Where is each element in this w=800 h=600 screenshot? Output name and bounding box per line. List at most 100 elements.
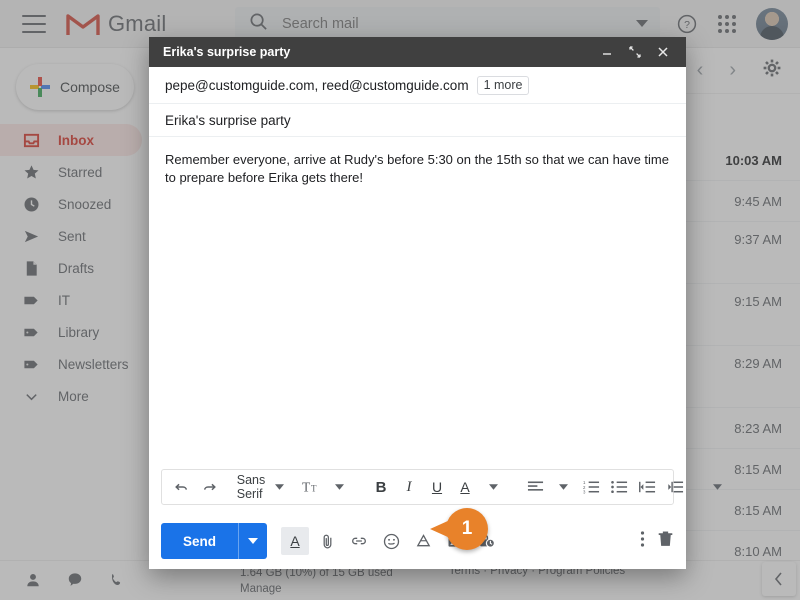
sidebar-item-newsletters[interactable]: Newsletters (0, 348, 142, 380)
insert-link-icon[interactable] (345, 527, 373, 555)
sidebar-item-label: Starred (58, 164, 103, 180)
brand-label: Gmail (108, 10, 167, 36)
search-input[interactable] (282, 16, 636, 32)
search-options-icon[interactable] (636, 15, 648, 33)
clock-icon (22, 195, 40, 213)
send-options-caret-icon[interactable] (239, 523, 267, 559)
settings-gear-icon[interactable] (762, 58, 782, 83)
mail-time: 9:15 AM (734, 294, 782, 309)
font-size-caret-icon[interactable] (326, 473, 352, 501)
bold-button[interactable]: B (368, 473, 394, 501)
chat-expand-button[interactable] (762, 562, 796, 596)
mail-time: 8:15 AM (734, 502, 782, 518)
sidebar-item-more[interactable]: More (0, 380, 142, 412)
sidebar-item-it[interactable]: IT (0, 284, 142, 316)
undo-icon[interactable] (168, 473, 194, 501)
sidebar-item-library[interactable]: Library (0, 316, 142, 348)
sidebar-item-label: Snoozed (58, 196, 112, 212)
discard-draft-icon[interactable] (657, 530, 674, 553)
callout-tail (430, 520, 450, 538)
bulleted-list-icon[interactable] (606, 473, 632, 501)
compose-action-bar: Send A (149, 513, 686, 569)
fullscreen-button[interactable] (628, 45, 642, 59)
formatting-options-icon[interactable]: A (281, 527, 310, 555)
header-actions: ? (674, 0, 788, 48)
message-body-text: Remember everyone, arrive at Rudy's befo… (165, 152, 669, 185)
chevron-down-icon (22, 387, 40, 405)
chat-icon[interactable] (67, 572, 83, 591)
sidebar-item-label: IT (58, 292, 70, 308)
gmail-m-icon (66, 13, 100, 35)
apps-grid-icon[interactable] (714, 11, 740, 37)
text-color-caret-icon[interactable] (480, 473, 506, 501)
compose-titlebar: Erika's surprise party (149, 37, 686, 67)
avatar[interactable] (756, 8, 788, 40)
sidebar-item-inbox[interactable]: Inbox (0, 124, 142, 156)
font-size-icon[interactable]: TT (298, 473, 324, 501)
sidebar-item-drafts[interactable]: Drafts (0, 252, 142, 284)
search-bar[interactable] (235, 7, 660, 41)
more-formatting-icon[interactable] (704, 473, 730, 501)
recipients-field[interactable]: pepe@customguide.com, reed@customguide.c… (149, 67, 686, 104)
footer-icons (0, 561, 150, 600)
label-icon (22, 323, 40, 341)
font-family-select[interactable]: Sans Serif (237, 473, 266, 501)
more-options-icon[interactable] (640, 530, 645, 553)
send-icon (22, 227, 40, 245)
sidebar-item-starred[interactable]: Starred (0, 156, 142, 188)
align-icon[interactable] (522, 473, 548, 501)
hamburger-icon[interactable] (22, 14, 46, 33)
gmail-logo: Gmail (66, 11, 166, 37)
sidebar-item-snoozed[interactable]: Snoozed (0, 188, 142, 220)
next-page-button[interactable]: › (729, 59, 736, 82)
minimize-button[interactable] (600, 45, 614, 59)
sidebar-item-label: Newsletters (58, 356, 129, 372)
storage-info: 1.64 GB (10%) of 15 GB used Manage (240, 565, 393, 597)
sidebar-item-label: Library (58, 324, 100, 340)
callout-number: 1 (446, 508, 488, 550)
subject-value: Erika's surprise party (165, 113, 291, 128)
help-icon[interactable]: ? (674, 11, 700, 37)
more-recipients-chip[interactable]: 1 more (476, 76, 530, 95)
search-icon (249, 12, 268, 36)
svg-text:?: ? (684, 19, 690, 31)
numbered-list-icon[interactable]: 123 (578, 473, 604, 501)
compose-title: Erika's surprise party (163, 45, 291, 59)
subject-field[interactable]: Erika's surprise party (149, 104, 686, 137)
mail-time: 9:37 AM (734, 232, 782, 247)
sidebar-item-label: Sent (58, 228, 86, 244)
send-button-group: Send (161, 523, 268, 559)
document-icon (22, 259, 40, 277)
prev-page-button[interactable]: ‹ (697, 59, 704, 82)
message-body[interactable]: Remember everyone, arrive at Rudy's befo… (149, 137, 686, 469)
italic-button[interactable]: I (396, 473, 422, 501)
compose-dialog: Erika's surprise party pepe@customguide.… (149, 37, 722, 569)
font-family-caret-icon[interactable] (266, 473, 292, 501)
svg-text:3: 3 (583, 490, 586, 494)
star-icon (22, 163, 40, 181)
text-color-button[interactable]: A (452, 473, 478, 501)
manage-storage-link[interactable]: Manage (240, 581, 393, 597)
callout-step-1: 1 (430, 508, 488, 550)
redo-icon[interactable] (196, 473, 222, 501)
recipients-value: pepe@customguide.com, reed@customguide.c… (165, 78, 469, 93)
indent-less-icon[interactable] (634, 473, 660, 501)
formatting-toolbar: Sans Serif TT B I U A 1 2 3 (161, 469, 722, 505)
send-button[interactable]: Send (161, 523, 238, 559)
attach-file-icon[interactable] (313, 527, 341, 555)
indent-more-icon[interactable] (662, 473, 688, 501)
sidebar-item-sent[interactable]: Sent (0, 220, 142, 252)
sidebar-item-label: More (58, 388, 89, 404)
compose-button[interactable]: Compose (16, 64, 134, 110)
svg-text:T: T (311, 484, 317, 494)
compose-right-actions (640, 530, 674, 553)
underline-button[interactable]: U (424, 473, 450, 501)
inbox-icon (22, 131, 40, 149)
close-button[interactable] (656, 45, 670, 59)
person-icon[interactable] (25, 572, 41, 591)
mail-time: 10:03 AM (725, 152, 782, 168)
phone-icon[interactable] (109, 572, 125, 591)
mail-time: 8:23 AM (734, 420, 782, 436)
align-caret-icon[interactable] (550, 473, 576, 501)
insert-emoji-icon[interactable] (377, 527, 405, 555)
